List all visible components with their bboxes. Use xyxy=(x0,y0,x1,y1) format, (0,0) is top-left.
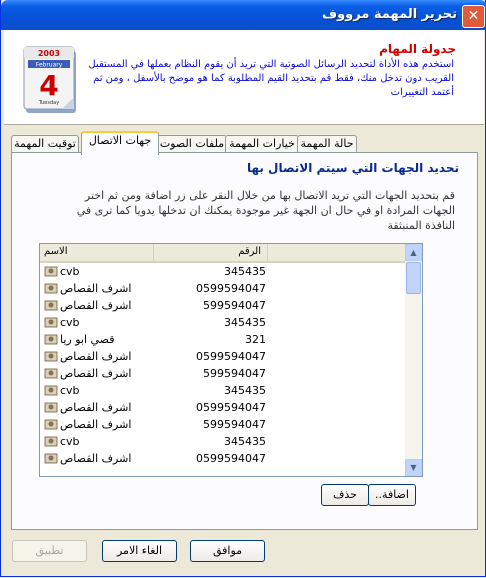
delete-button[interactable]: حذف xyxy=(321,484,369,506)
header-description: استخدم هذه الأداة لتحديد الرسائل الصوتية… xyxy=(88,59,454,98)
list-item[interactable]: اشرف القصاص 0599594047 xyxy=(40,280,405,297)
contact-name: cvb xyxy=(60,316,80,329)
list-item[interactable]: اشرف القصاص 599594047 xyxy=(40,365,405,382)
contact-number: 0599594047 xyxy=(196,350,266,363)
scroll-thumb[interactable] xyxy=(406,262,421,294)
scroll-up-icon[interactable]: ▲ xyxy=(405,244,422,261)
calendar-day: 4 xyxy=(39,69,58,102)
contact-number: 0599594047 xyxy=(196,452,266,465)
tab-strip: توقيت المهمة جهات الاتصال ملفات الصوت خي… xyxy=(11,131,478,155)
contact-name: اشرف القصاص xyxy=(60,282,132,295)
list-item[interactable]: اشرف القصاص 0599594047 xyxy=(40,399,405,416)
list-item[interactable]: اشرف القصاص 599594047 xyxy=(40,416,405,433)
list-header: الاسم الرقم xyxy=(40,244,405,263)
contact-number: 321 xyxy=(245,333,266,346)
contact-name: cvb xyxy=(60,384,80,397)
contact-number: 345435 xyxy=(224,316,266,329)
tab-task-options[interactable]: خيارات المهمة xyxy=(225,135,299,153)
tab-task-timing[interactable]: توقيت المهمة xyxy=(11,135,79,153)
panel-title: تحديد الجهات التي سيتم الاتصال بها xyxy=(246,161,459,175)
cancel-button[interactable]: الغاء الامر xyxy=(102,540,177,562)
contact-number: 345435 xyxy=(224,265,266,278)
contact-name: اشرف القصاص xyxy=(60,401,132,414)
contact-name: cvb xyxy=(60,265,80,278)
contacts-list[interactable]: الاسم الرقم cvb 345435 اشرف القصاص 05995… xyxy=(39,243,423,477)
list-item[interactable]: اشرف القصاص 0599594047 xyxy=(40,450,405,467)
calendar-year: 2003 xyxy=(38,49,60,58)
apply-button[interactable]: تطبيق xyxy=(12,540,87,562)
contact-number: 599594047 xyxy=(203,418,266,431)
calendar-icon: 2003 February 4 Tuesday xyxy=(23,46,76,113)
column-header-number[interactable]: الرقم xyxy=(154,244,268,261)
contact-name: اشرف القصاص xyxy=(60,418,132,431)
column-header-name[interactable]: الاسم xyxy=(40,244,154,261)
list-item[interactable]: قصي ابو ريا 321 xyxy=(40,331,405,348)
contact-number: 599594047 xyxy=(203,367,266,380)
contact-number: 0599594047 xyxy=(196,401,266,414)
calendar-weekday: Tuesday xyxy=(38,100,59,106)
contact-name: قصي ابو ريا xyxy=(60,333,115,346)
tab-contacts[interactable]: جهات الاتصال xyxy=(81,131,159,155)
contact-number: 599594047 xyxy=(203,299,266,312)
add-button[interactable]: اضافة.. xyxy=(368,484,416,506)
contact-name: cvb xyxy=(60,435,80,448)
contact-number: 0599594047 xyxy=(196,282,266,295)
contact-number: 345435 xyxy=(224,435,266,448)
close-button[interactable]: ✕ xyxy=(462,5,485,28)
list-body: cvb 345435 اشرف القصاص 0599594047 اشرف ا… xyxy=(40,263,405,467)
contact-name: اشرف القصاص xyxy=(60,367,132,380)
list-item[interactable]: اشرف القصاص 0599594047 xyxy=(40,348,405,365)
window-title: تحرير المهمة مرووف xyxy=(322,7,457,22)
contact-number: 345435 xyxy=(224,384,266,397)
list-item[interactable]: cvb 345435 xyxy=(40,433,405,450)
tab-sound-files[interactable]: ملفات الصوت xyxy=(157,135,227,153)
panel-description: قم بتحديد الجهات التي تريد الاتصال بها م… xyxy=(76,189,455,232)
tab-task-status[interactable]: حالة المهمة xyxy=(297,135,357,153)
list-item[interactable]: اشرف القصاص 599594047 xyxy=(40,297,405,314)
vertical-scrollbar[interactable]: ▲ ▼ xyxy=(405,244,422,476)
tab-panel-contacts: تحديد الجهات التي سيتم الاتصال بها قم بت… xyxy=(11,152,478,530)
header-title: جدولة المهام xyxy=(379,42,456,56)
contact-name: اشرف القصاص xyxy=(60,452,132,465)
header-banner: 2003 February 4 Tuesday جدولة المهام است… xyxy=(4,30,484,125)
contact-name: اشرف القصاص xyxy=(60,350,132,363)
contact-name: اشرف القصاص xyxy=(60,299,132,312)
list-item[interactable]: cvb 345435 xyxy=(40,263,405,280)
close-icon: ✕ xyxy=(467,8,480,24)
calendar-month: February xyxy=(36,62,63,69)
list-item[interactable]: cvb 345435 xyxy=(40,382,405,399)
dialog-window: تحرير المهمة مرووف ✕ 2003 February 4 Tue… xyxy=(0,0,486,577)
title-bar[interactable]: تحرير المهمة مرووف ✕ xyxy=(1,0,486,30)
ok-button[interactable]: موافق xyxy=(190,540,265,562)
list-item[interactable]: cvb 345435 xyxy=(40,314,405,331)
scroll-down-icon[interactable]: ▼ xyxy=(405,459,422,476)
